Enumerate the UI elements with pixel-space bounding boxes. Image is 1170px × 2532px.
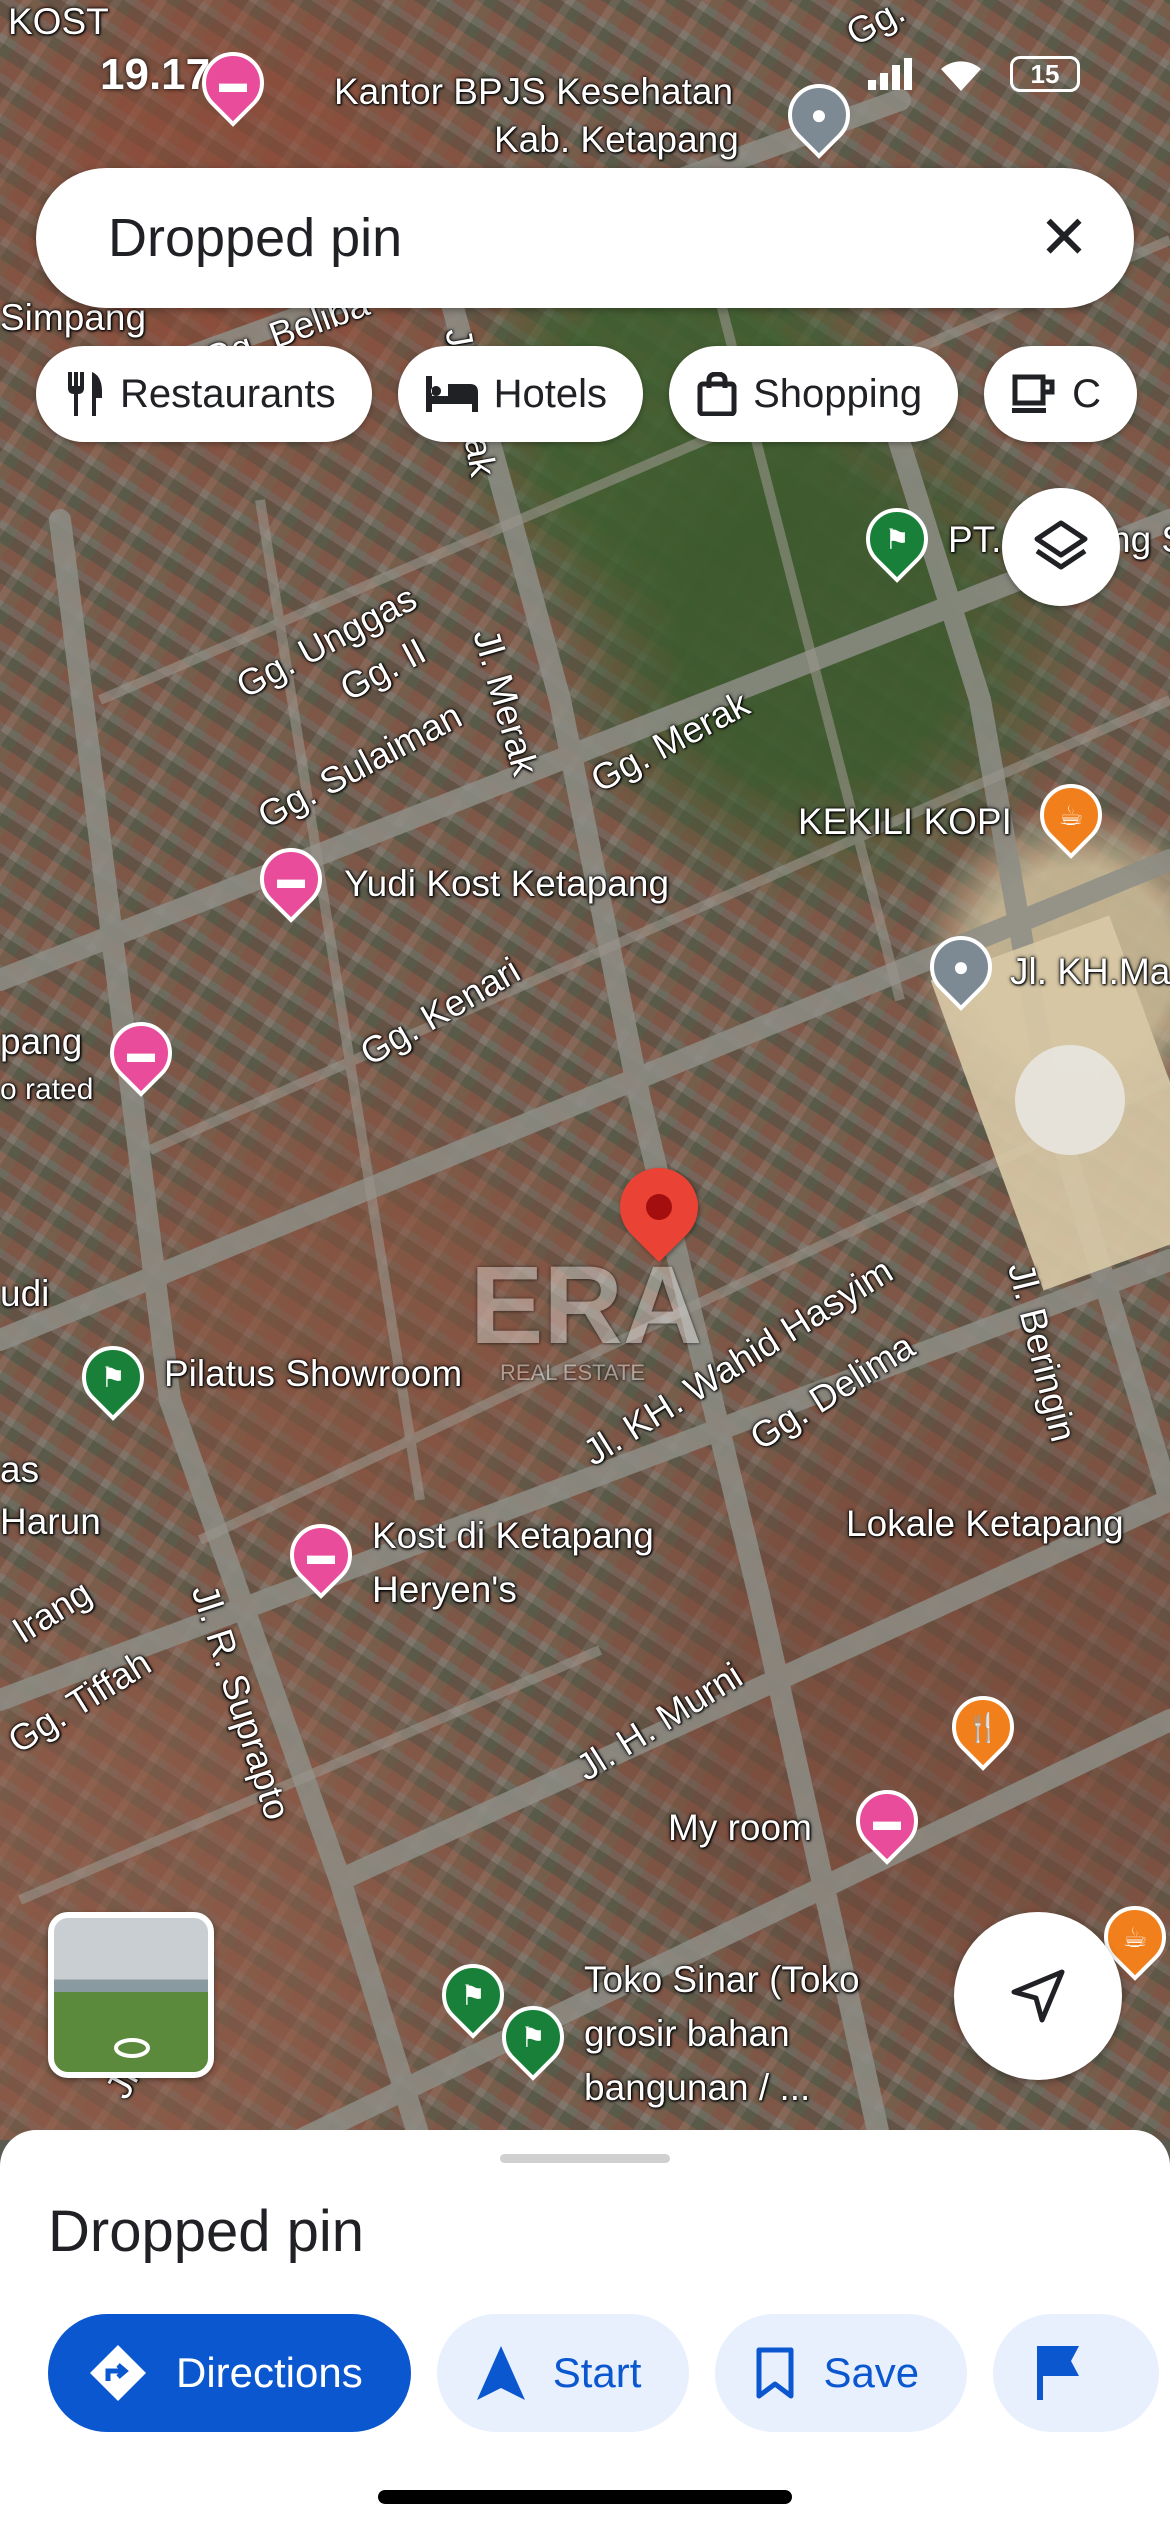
chip-label: C xyxy=(1072,371,1101,416)
layers-icon xyxy=(1034,520,1088,570)
search-bar[interactable]: Dropped pin ✕ xyxy=(36,168,1134,308)
layers-button[interactable] xyxy=(1002,488,1120,606)
era-watermark: ERA xyxy=(470,1244,703,1367)
flag-icon xyxy=(1037,2346,1080,2400)
map-label-harun: Harun xyxy=(0,1501,101,1542)
chip-label: Shopping xyxy=(753,371,923,416)
directions-icon xyxy=(90,2345,146,2401)
map-label-toko-1[interactable]: Toko Sinar (Toko xyxy=(584,1958,860,2002)
map-label-my-room[interactable]: My room xyxy=(668,1806,812,1850)
chip-restaurants[interactable]: Restaurants xyxy=(36,346,372,442)
shopping-bag-icon xyxy=(697,372,737,416)
map-label-yudi[interactable]: Yudi Kost Ketapang xyxy=(344,862,669,906)
battery-icon: 15 xyxy=(1010,56,1080,92)
wifi-icon xyxy=(941,61,981,91)
map-label-kost-heryen-2: Heryen's xyxy=(372,1569,517,1610)
map-label-kost-heryen-1[interactable]: Kost di Ketapang xyxy=(372,1514,654,1558)
category-chips: Restaurants Hotels Shopping C xyxy=(36,346,1137,442)
map-label-kantor[interactable]: Kantor BPJS Kesehatan xyxy=(334,70,733,114)
map-label-udi: udi xyxy=(0,1273,50,1314)
map-label-pilatus[interactable]: Pilatus Showroom xyxy=(164,1352,462,1396)
search-query[interactable]: Dropped pin xyxy=(108,207,1034,269)
map-label-toko-3: bangunan / ... xyxy=(584,2067,811,2108)
map-label-pt[interactable]: PT. xyxy=(948,518,1001,562)
place-title: Dropped pin xyxy=(48,2199,364,2264)
map-label-rated: o rated xyxy=(0,1073,94,1106)
bottom-sheet[interactable]: Dropped pin Directions Start Save xyxy=(0,2130,1170,2532)
road-network xyxy=(0,89,1170,2140)
flag-button[interactable] xyxy=(993,2314,1160,2432)
map-label-pang: pang xyxy=(0,1021,83,1062)
drag-handle[interactable] xyxy=(500,2154,670,2163)
status-icons: 15 xyxy=(868,56,1080,92)
signal-icon xyxy=(868,58,912,90)
coffee-icon xyxy=(1012,374,1055,413)
map-label-lokale[interactable]: Lokale Ketapang xyxy=(846,1502,1124,1546)
era-watermark-sub: REAL ESTATE xyxy=(500,1360,646,1385)
start-label: Start xyxy=(552,2349,642,2396)
rotate-360-icon xyxy=(114,2038,150,2058)
map-label-as: as xyxy=(0,1449,40,1490)
fork-knife-icon xyxy=(68,372,102,416)
save-button[interactable]: Save xyxy=(715,2314,968,2432)
chip-shopping[interactable]: Shopping xyxy=(669,346,959,442)
chip-label: Restaurants xyxy=(120,371,336,416)
start-button[interactable]: Start xyxy=(436,2314,690,2432)
close-icon[interactable]: ✕ xyxy=(1034,203,1094,273)
directions-label: Directions xyxy=(176,2349,363,2396)
satellite-map[interactable]: KOST 19.17 ▬ Kantor BPJS Kesehatan Kab. … xyxy=(0,0,1170,2140)
directions-button[interactable]: Directions xyxy=(48,2314,411,2432)
my-location-button[interactable] xyxy=(954,1912,1122,2080)
map-label-kekili[interactable]: KEKILI KOPI xyxy=(798,800,1012,844)
map-label-jl-kh-ma: Jl. KH.Ma xyxy=(1010,951,1170,992)
map-label-kantor-2: Kab. Ketapang xyxy=(494,119,739,160)
street-view-thumbnail[interactable] xyxy=(48,1912,214,2078)
action-buttons: Directions Start Save xyxy=(48,2314,1160,2432)
bed-icon xyxy=(425,376,478,412)
save-label: Save xyxy=(823,2349,920,2396)
chip-label: Hotels xyxy=(493,371,608,416)
chip-hotels[interactable]: Hotels xyxy=(397,346,644,442)
chip-coffee[interactable]: C xyxy=(984,346,1137,442)
bookmark-icon xyxy=(756,2347,794,2399)
status-time: 19.17 xyxy=(100,50,211,99)
navigation-arrow-icon xyxy=(476,2346,525,2400)
home-indicator[interactable] xyxy=(378,2490,792,2504)
navigation-arrow-icon xyxy=(1011,1969,1065,2023)
map-label-toko-2: grosir bahan xyxy=(584,2013,790,2054)
map-label-kost: KOST xyxy=(8,1,109,42)
